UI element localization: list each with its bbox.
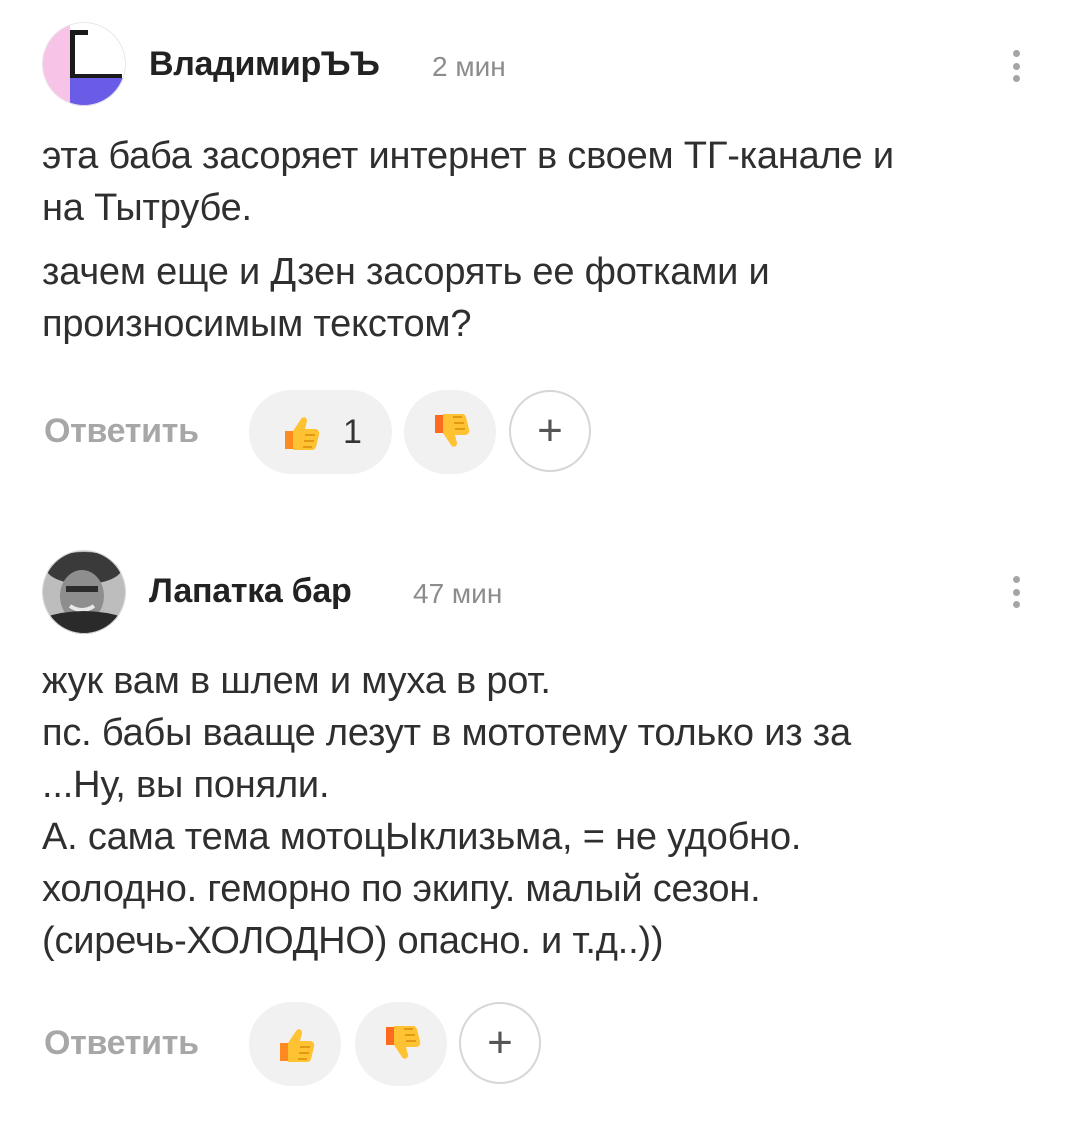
comment-line: жук вам в шлем и муха в рот.: [42, 660, 551, 702]
avatar[interactable]: [42, 550, 126, 634]
comment-text: эта баба засоряет интернет в своем ТГ-ка…: [42, 130, 1032, 350]
comment-line: ...Ну, вы поняли.: [42, 764, 330, 806]
more-vertical-icon[interactable]: [1002, 572, 1030, 612]
like-count: 1: [343, 412, 362, 451]
plus-icon: +: [537, 406, 563, 455]
letter-g-avatar-icon: [42, 22, 126, 106]
like-button[interactable]: 1: [249, 390, 392, 474]
comment-line: А. сама тема мотоцЫклизьма, = не удобно.: [42, 816, 802, 858]
comment-text: жук вам в шлем и муха в рот. пс. бабы ва…: [42, 655, 1032, 967]
author-name[interactable]: Лапатка бар: [149, 572, 352, 611]
dislike-button[interactable]: [404, 390, 496, 474]
comment-time: 47 мин: [413, 578, 503, 609]
more-vertical-icon[interactable]: [1002, 46, 1030, 86]
comment-paragraph: зачем еще и Дзен засорять ее фотками и п…: [42, 251, 770, 345]
thumbs-up-icon: [280, 1029, 315, 1062]
comment-line: пс. бабы вааще лезут в мототему только и…: [42, 712, 851, 754]
dislike-button[interactable]: [355, 1002, 447, 1086]
comment-line: (сиречь-ХОЛОДНО) опасно. и т.д..)): [42, 920, 664, 962]
avatar[interactable]: [42, 22, 126, 106]
comment-line: холодно. геморно по экипу. малый сезон.: [42, 868, 761, 910]
thumbs-down-icon: [386, 1026, 421, 1059]
plus-icon: +: [487, 1018, 513, 1067]
author-name[interactable]: ВладимирЪЪ: [149, 45, 380, 84]
reply-button[interactable]: Ответить: [44, 1024, 199, 1063]
reply-button[interactable]: Ответить: [44, 412, 199, 451]
comment-actions: Ответить 1 +: [0, 388, 1080, 478]
comment-time: 2 мин: [432, 51, 506, 82]
add-reaction-button[interactable]: +: [509, 390, 591, 472]
comment-paragraph: эта баба засоряет интернет в своем ТГ-ка…: [42, 135, 894, 229]
photo-avatar-icon: [42, 550, 126, 634]
comment-actions: Ответить +: [0, 1000, 1080, 1090]
thumbs-up-icon: [285, 417, 320, 450]
like-button[interactable]: [249, 1002, 341, 1086]
add-reaction-button[interactable]: +: [459, 1002, 541, 1084]
thumbs-down-icon: [435, 414, 470, 447]
